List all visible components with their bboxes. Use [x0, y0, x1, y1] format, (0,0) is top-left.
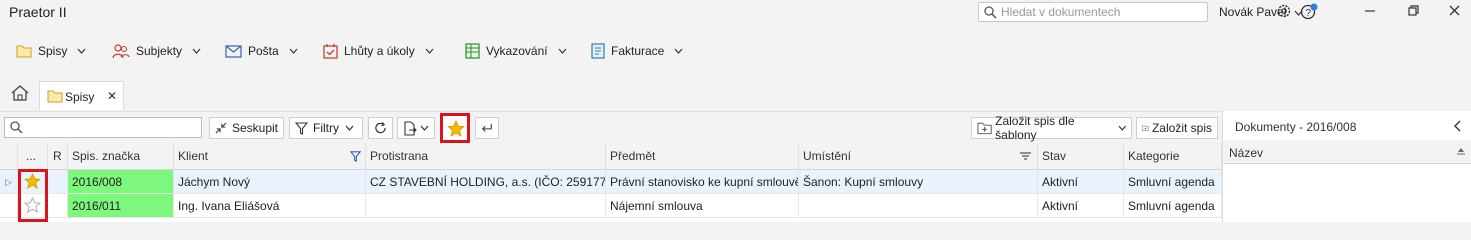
column-header-subject[interactable]: Předmět: [606, 143, 799, 170]
status-cell: Aktivní: [1038, 170, 1124, 194]
folder-icon: [47, 90, 63, 103]
refresh-icon: [375, 122, 386, 134]
tab-label: Spisy: [65, 90, 95, 104]
minimize-icon[interactable]: [1365, 6, 1376, 17]
people-icon: [112, 44, 130, 59]
chevron-down-icon: [289, 48, 298, 54]
counterparty-cell: CZ STAVEBNÍ HOLDING, a.s. (IČO: 25917773…: [366, 170, 606, 194]
documents-panel-title: Dokumenty - 2016/008: [1235, 120, 1357, 134]
column-header-counterparty[interactable]: Protistrana: [366, 143, 606, 170]
favorite-column-highlight: [18, 169, 48, 222]
menu-fakturace[interactable]: Fakturace: [591, 41, 683, 61]
menu-vykazovani[interactable]: Vykazování: [465, 41, 567, 61]
sort-ascending-icon[interactable]: [1456, 147, 1466, 155]
column-header-client[interactable]: Klient: [174, 143, 366, 170]
enter-arrow-icon: [481, 123, 492, 132]
client-cell: Ing. Ivana Eliášová: [174, 194, 366, 218]
calendar-check-icon: [323, 44, 338, 59]
gear-icon[interactable]: [1276, 3, 1292, 19]
documents-column-name[interactable]: Název: [1229, 146, 1263, 160]
folder-add-icon: [1142, 125, 1149, 131]
chevron-down-icon: [1118, 125, 1126, 131]
create-file-button[interactable]: Založit spis: [1136, 117, 1218, 139]
table-row[interactable]: ▷ 2016/008 Jáchym Nový CZ STAVEBNÍ HOLDI…: [0, 170, 1222, 194]
column-header-status[interactable]: Stav: [1038, 143, 1124, 170]
menu-spisy[interactable]: Spisy: [16, 41, 86, 61]
tab-bar: [0, 80, 1471, 110]
chevron-down-icon: [192, 48, 201, 54]
counterparty-cell: [366, 194, 606, 218]
category-cell: Smluvní agenda: [1124, 170, 1222, 194]
tab-spisy[interactable]: Spisy ✕: [39, 81, 124, 110]
menu-posta[interactable]: Pošta: [225, 41, 298, 61]
chevron-down-icon: [558, 48, 567, 54]
folder-add-icon: [977, 122, 992, 135]
svg-text:?: ?: [1306, 8, 1312, 19]
search-icon: [984, 6, 997, 19]
column-header-category[interactable]: Kategorie: [1124, 143, 1222, 170]
star-icon: [447, 120, 465, 137]
client-cell: Jáchym Nový: [174, 170, 366, 194]
close-icon[interactable]: [1449, 5, 1460, 16]
column-header-r[interactable]: R: [48, 143, 68, 170]
row-expand-cell: [0, 194, 18, 218]
search-icon: [10, 121, 23, 134]
document-search-input[interactable]: Hledat v dokumentech: [978, 2, 1208, 22]
code-cell: 2016/008: [68, 170, 174, 194]
grid-filter-input[interactable]: [4, 117, 202, 138]
menu-subjekty[interactable]: Subjekty: [112, 41, 201, 61]
code-cell: 2016/011: [68, 194, 174, 218]
search-placeholder: Hledat v dokumentech: [1001, 5, 1121, 19]
group-button[interactable]: Seskupit: [209, 117, 284, 139]
sort-lines-icon[interactable]: [1020, 152, 1031, 160]
column-header-code[interactable]: Spis. značka: [68, 143, 174, 170]
chevron-down-icon: [345, 125, 354, 131]
chevron-left-icon[interactable]: [1453, 120, 1461, 132]
export-icon: [404, 120, 417, 136]
subject-cell: Nájemní smlouva: [606, 194, 799, 218]
favorite-button[interactable]: [440, 113, 470, 143]
category-cell: Smluvní agenda: [1124, 194, 1222, 218]
subject-cell: Právní stanovisko ke kupní smlouvě: [606, 170, 799, 194]
chevron-down-icon: [674, 48, 683, 54]
restore-icon[interactable]: [1408, 5, 1420, 17]
row-expand-icon[interactable]: ▷: [0, 170, 18, 194]
column-header-expander: [0, 143, 18, 170]
r-cell: [48, 170, 68, 194]
r-cell: [48, 194, 68, 218]
collapse-arrows-icon: [215, 122, 227, 134]
filter-icon: [295, 121, 308, 135]
main-menu: Spisy Subjekty Pošta Lhůty a úkoly Vykaz…: [0, 27, 1471, 73]
mail-icon: [225, 44, 242, 58]
home-icon[interactable]: [10, 84, 30, 102]
filter-active-icon[interactable]: [350, 151, 361, 162]
chevron-down-icon: [425, 48, 434, 54]
enter-button[interactable]: [475, 117, 499, 139]
column-header-location[interactable]: Umístění: [799, 143, 1038, 170]
column-header-menu[interactable]: ...: [18, 143, 48, 170]
chevron-down-icon: [420, 125, 429, 131]
location-cell: Šanon: Kupní smlouvy: [799, 170, 1038, 194]
refresh-button[interactable]: [368, 117, 393, 139]
status-cell: Aktivní: [1038, 194, 1124, 218]
menu-lhuty-a-ukoly[interactable]: Lhůty a úkoly: [323, 41, 434, 61]
table-row[interactable]: 2016/011 Ing. Ivana Eliášová Nájemní sml…: [0, 194, 1222, 218]
create-from-template-button[interactable]: Založit spis dle šablony: [971, 114, 1132, 142]
location-cell: [799, 194, 1038, 218]
invoice-icon: [591, 43, 605, 59]
export-button[interactable]: [397, 117, 435, 139]
help-icon[interactable]: ?: [1300, 3, 1318, 21]
chevron-down-icon: [77, 48, 86, 54]
folder-icon: [16, 45, 32, 58]
filters-button[interactable]: Filtry: [289, 117, 363, 139]
spreadsheet-icon: [465, 43, 480, 59]
app-title: Praetor II: [9, 4, 67, 20]
close-tab-icon[interactable]: ✕: [107, 89, 117, 103]
